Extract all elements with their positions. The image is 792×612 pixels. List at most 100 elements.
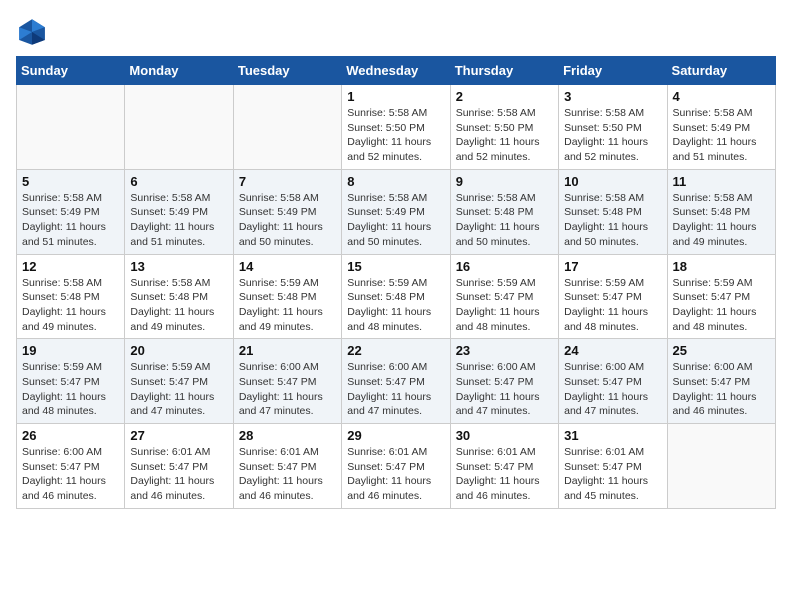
calendar-day-cell [17, 85, 125, 170]
calendar-day-cell: 27Sunrise: 6:01 AM Sunset: 5:47 PM Dayli… [125, 424, 233, 509]
day-number: 9 [456, 174, 553, 189]
day-detail: Sunrise: 5:58 AM Sunset: 5:48 PM Dayligh… [22, 276, 119, 335]
calendar-day-cell: 8 Sunrise: 5:58 AM Sunset: 5:49 PM Daylig… [342, 169, 450, 254]
day-detail: Sunrise: 6:00 AM Sunset: 5:47 PM Dayligh… [673, 360, 770, 419]
day-detail: Sunrise: 5:58 AM Sunset: 5:48 PM Dayligh… [564, 191, 661, 250]
calendar-day-cell: 6Sunrise: 5:58 AM Sunset: 5:49 PM Daylig… [125, 169, 233, 254]
calendar-day-cell: 12 Sunrise: 5:58 AM Sunset: 5:48 PM Dayli… [17, 254, 125, 339]
day-detail: Sunrise: 5:58 AM Sunset: 5:50 PM Dayligh… [564, 106, 661, 165]
calendar-day-cell: 14 Sunrise: 5:59 AM Sunset: 5:48 PM Dayli… [233, 254, 341, 339]
day-detail: Sunrise: 5:59 AM Sunset: 5:47 PM Dayligh… [673, 276, 770, 335]
column-header-wednesday: Wednesday [342, 57, 450, 85]
day-number: 23 [456, 343, 553, 358]
calendar-day-cell: 1 Sunrise: 5:58 AM Sunset: 5:50 PM Daylig… [342, 85, 450, 170]
day-number: 28 [239, 428, 336, 443]
day-number: 3 [564, 89, 661, 104]
day-detail: Sunrise: 6:01 AM Sunset: 5:47 PM Dayligh… [239, 445, 336, 504]
calendar-day-cell: 22 Sunrise: 6:00 AM Sunset: 5:47 PM Dayli… [342, 339, 450, 424]
column-header-tuesday: Tuesday [233, 57, 341, 85]
day-detail: Sunrise: 5:58 AM Sunset: 5:49 PM Dayligh… [673, 106, 770, 165]
page-header [16, 16, 776, 48]
day-number: 8 [347, 174, 444, 189]
calendar-day-cell: 10Sunrise: 5:58 AM Sunset: 5:48 PM Dayli… [559, 169, 667, 254]
calendar-day-cell [233, 85, 341, 170]
day-number: 1 [347, 89, 444, 104]
day-detail: Sunrise: 5:58 AM Sunset: 5:50 PM Dayligh… [456, 106, 553, 165]
day-number: 31 [564, 428, 661, 443]
day-number: 30 [456, 428, 553, 443]
calendar-day-cell: 11 Sunrise: 5:58 AM Sunset: 5:48 PM Dayli… [667, 169, 775, 254]
day-number: 15 [347, 259, 444, 274]
day-number: 12 [22, 259, 119, 274]
calendar-week-row: 1 Sunrise: 5:58 AM Sunset: 5:50 PM Daylig… [17, 85, 776, 170]
day-number: 20 [130, 343, 227, 358]
column-header-thursday: Thursday [450, 57, 558, 85]
day-number: 4 [673, 89, 770, 104]
day-detail: Sunrise: 5:58 AM Sunset: 5:49 PM Dayligh… [22, 191, 119, 250]
day-detail: Sunrise: 5:58 AM Sunset: 5:49 PM Dayligh… [347, 191, 444, 250]
day-number: 11 [673, 174, 770, 189]
calendar-day-cell: 25 Sunrise: 6:00 AM Sunset: 5:47 PM Dayli… [667, 339, 775, 424]
day-detail: Sunrise: 5:59 AM Sunset: 5:48 PM Dayligh… [239, 276, 336, 335]
calendar-day-cell [667, 424, 775, 509]
day-detail: Sunrise: 5:58 AM Sunset: 5:48 PM Dayligh… [456, 191, 553, 250]
calendar-day-cell: 24 Sunrise: 6:00 AM Sunset: 5:47 PM Dayli… [559, 339, 667, 424]
day-detail: Sunrise: 5:59 AM Sunset: 5:47 PM Dayligh… [130, 360, 227, 419]
day-detail: Sunrise: 6:00 AM Sunset: 5:47 PM Dayligh… [456, 360, 553, 419]
day-detail: Sunrise: 5:59 AM Sunset: 5:47 PM Dayligh… [564, 276, 661, 335]
column-header-friday: Friday [559, 57, 667, 85]
calendar-day-cell: 18 Sunrise: 5:59 AM Sunset: 5:47 PM Dayli… [667, 254, 775, 339]
calendar-day-cell: 13 Sunrise: 5:58 AM Sunset: 5:48 PM Dayli… [125, 254, 233, 339]
calendar-day-cell: 28 Sunrise: 6:01 AM Sunset: 5:47 PM Dayli… [233, 424, 341, 509]
calendar-day-cell: 2 Sunrise: 5:58 AM Sunset: 5:50 PM Daylig… [450, 85, 558, 170]
calendar-day-cell: 15 Sunrise: 5:59 AM Sunset: 5:48 PM Dayli… [342, 254, 450, 339]
day-detail: Sunrise: 5:58 AM Sunset: 5:49 PM Dayligh… [239, 191, 336, 250]
day-number: 24 [564, 343, 661, 358]
day-number: 16 [456, 259, 553, 274]
calendar-day-cell: 3 Sunrise: 5:58 AM Sunset: 5:50 PM Daylig… [559, 85, 667, 170]
calendar-day-cell: 29Sunrise: 6:01 AM Sunset: 5:47 PM Dayli… [342, 424, 450, 509]
day-number: 29 [347, 428, 444, 443]
day-number: 22 [347, 343, 444, 358]
day-number: 5 [22, 174, 119, 189]
day-detail: Sunrise: 6:00 AM Sunset: 5:47 PM Dayligh… [22, 445, 119, 504]
logo-icon [16, 16, 48, 48]
calendar-day-cell: 30 Sunrise: 6:01 AM Sunset: 5:47 PM Dayli… [450, 424, 558, 509]
day-number: 14 [239, 259, 336, 274]
day-detail: Sunrise: 5:58 AM Sunset: 5:48 PM Dayligh… [673, 191, 770, 250]
day-number: 19 [22, 343, 119, 358]
day-number: 25 [673, 343, 770, 358]
day-detail: Sunrise: 6:00 AM Sunset: 5:47 PM Dayligh… [347, 360, 444, 419]
day-detail: Sunrise: 5:58 AM Sunset: 5:50 PM Dayligh… [347, 106, 444, 165]
calendar-day-cell: 19 Sunrise: 5:59 AM Sunset: 5:47 PM Dayli… [17, 339, 125, 424]
day-number: 26 [22, 428, 119, 443]
day-detail: Sunrise: 5:58 AM Sunset: 5:49 PM Dayligh… [130, 191, 227, 250]
calendar-day-cell: 4 Sunrise: 5:58 AM Sunset: 5:49 PM Daylig… [667, 85, 775, 170]
calendar-week-row: 26 Sunrise: 6:00 AM Sunset: 5:47 PM Dayli… [17, 424, 776, 509]
logo [16, 16, 52, 48]
column-header-sunday: Sunday [17, 57, 125, 85]
day-detail: Sunrise: 6:00 AM Sunset: 5:47 PM Dayligh… [239, 360, 336, 419]
day-number: 18 [673, 259, 770, 274]
calendar-table: SundayMondayTuesdayWednesdayThursdayFrid… [16, 56, 776, 509]
calendar-day-cell: 31 Sunrise: 6:01 AM Sunset: 5:47 PM Dayli… [559, 424, 667, 509]
day-detail: Sunrise: 5:59 AM Sunset: 5:48 PM Dayligh… [347, 276, 444, 335]
day-number: 13 [130, 259, 227, 274]
calendar-day-cell: 21Sunrise: 6:00 AM Sunset: 5:47 PM Dayli… [233, 339, 341, 424]
calendar-week-row: 5 Sunrise: 5:58 AM Sunset: 5:49 PM Daylig… [17, 169, 776, 254]
day-detail: Sunrise: 6:01 AM Sunset: 5:47 PM Dayligh… [564, 445, 661, 504]
calendar-day-cell: 20 Sunrise: 5:59 AM Sunset: 5:47 PM Dayli… [125, 339, 233, 424]
day-detail: Sunrise: 5:58 AM Sunset: 5:48 PM Dayligh… [130, 276, 227, 335]
calendar-day-cell: 23 Sunrise: 6:00 AM Sunset: 5:47 PM Dayli… [450, 339, 558, 424]
day-number: 2 [456, 89, 553, 104]
day-detail: Sunrise: 6:01 AM Sunset: 5:47 PM Dayligh… [456, 445, 553, 504]
day-detail: Sunrise: 6:00 AM Sunset: 5:47 PM Dayligh… [564, 360, 661, 419]
calendar-day-cell [125, 85, 233, 170]
day-detail: Sunrise: 6:01 AM Sunset: 5:47 PM Dayligh… [130, 445, 227, 504]
day-detail: Sunrise: 5:59 AM Sunset: 5:47 PM Dayligh… [456, 276, 553, 335]
calendar-day-cell: 5 Sunrise: 5:58 AM Sunset: 5:49 PM Daylig… [17, 169, 125, 254]
day-number: 7 [239, 174, 336, 189]
column-header-saturday: Saturday [667, 57, 775, 85]
calendar-day-cell: 26 Sunrise: 6:00 AM Sunset: 5:47 PM Dayli… [17, 424, 125, 509]
day-detail: Sunrise: 5:59 AM Sunset: 5:47 PM Dayligh… [22, 360, 119, 419]
